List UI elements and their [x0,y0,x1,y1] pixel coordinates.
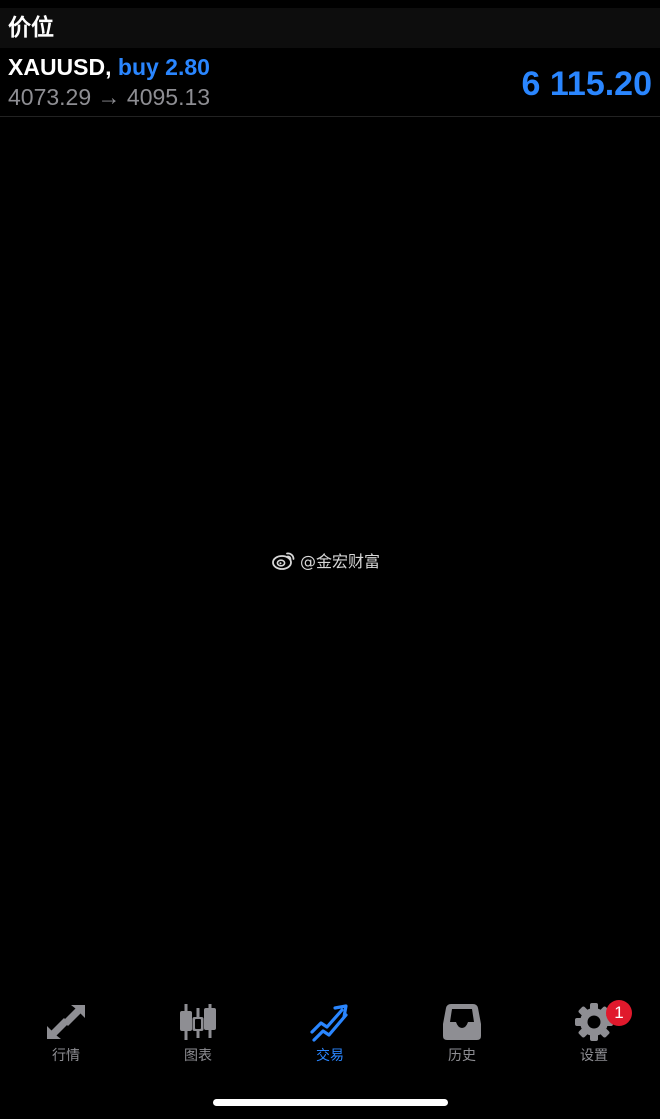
trade-trend-icon [310,1002,350,1042]
position-row[interactable]: XAUUSD, buy 2.80 4073.29 → 4095.13 6 115… [0,48,660,117]
tab-settings[interactable]: 设置 [528,990,660,1074]
section-header: 价位 [0,8,660,48]
weibo-icon [272,550,296,570]
position-side: buy 2.80 [117,54,210,80]
position-profit: 6 115.20 [521,65,652,103]
position-symbol-line: XAUUSD, buy 2.80 [8,53,210,81]
tab-quotes-label: 行情 [52,1048,80,1064]
home-indicator[interactable] [213,1099,448,1106]
tab-settings-label: 设置 [580,1048,608,1064]
tab-trade-label: 交易 [316,1048,344,1064]
tab-chart[interactable]: 图表 [132,990,264,1074]
section-title: 价位 [8,15,54,41]
position-symbol: XAUUSD, [8,54,112,80]
settings-notification-badge: 1 [606,1000,632,1026]
tab-history-label: 历史 [448,1048,476,1064]
watermark-text: @金宏财富 [300,552,381,571]
tab-bar: 行情 图表 交易 历史 设置 [0,990,660,1080]
candlestick-chart-icon [178,1002,218,1042]
watermark: @金宏财富 [272,548,380,572]
tab-chart-label: 图表 [184,1048,212,1064]
tab-quotes[interactable]: 行情 [0,990,132,1074]
tab-history[interactable]: 历史 [396,990,528,1074]
history-inbox-icon [442,1002,482,1042]
position-prices: 4073.29 → 4095.13 [8,84,211,110]
quotes-arrows-icon [46,1002,86,1042]
tab-trade[interactable]: 交易 [264,990,396,1074]
